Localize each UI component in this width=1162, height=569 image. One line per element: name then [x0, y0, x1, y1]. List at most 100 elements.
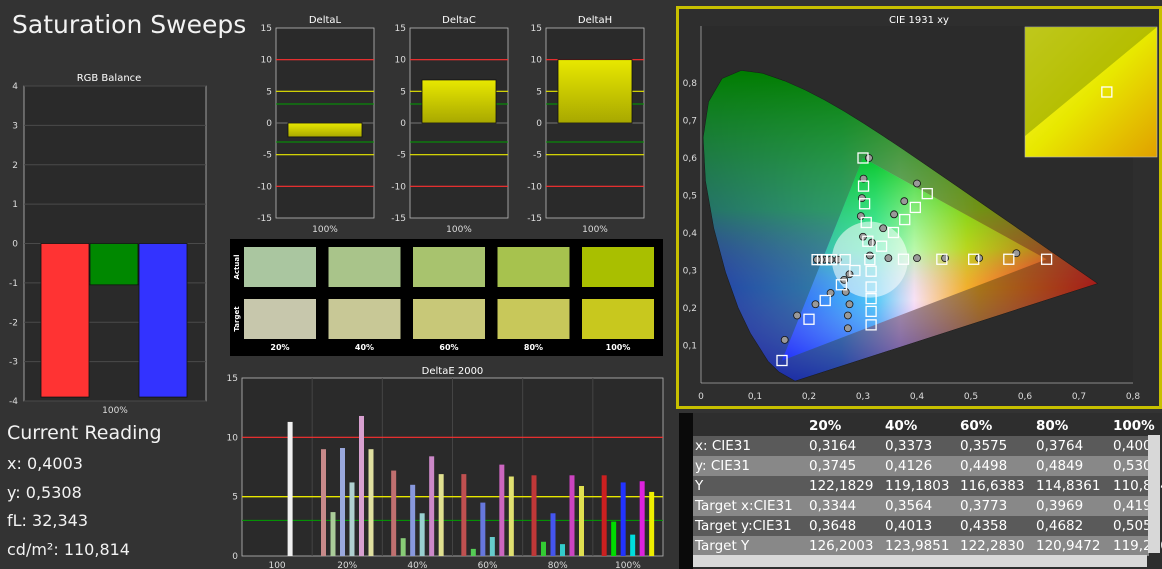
cie-measured-point	[843, 324, 852, 333]
table-cell: 0,3564	[885, 498, 933, 514]
cie-x-tick: 0,2	[802, 392, 816, 402]
swatch-actual-100%	[582, 247, 654, 287]
current-reading-panel: Current Reading x: 0,4003 y: 0,5308 fL: …	[7, 422, 237, 564]
deltaC-y-tick: 0	[400, 119, 406, 129]
deltaC-y-tick: -5	[397, 151, 406, 161]
rgb-balance-title: RGB Balance	[77, 73, 142, 84]
cie-measured-point	[780, 335, 789, 344]
rgb-y-tick: 4	[12, 82, 18, 92]
deltaE-bar	[508, 476, 514, 556]
deltaH-y-tick: -5	[533, 151, 542, 161]
cie-measured-point	[913, 179, 921, 188]
table-row: y: CIE31 0,3745 0,4126 0,4498 0,4849 0,5308	[693, 456, 1160, 476]
swatch-target-60%	[413, 299, 485, 339]
cie-measured-point	[867, 238, 876, 247]
cie-x-tick: 0	[698, 392, 704, 402]
data-table: 20% 40% 60% 80% 100% x: CIE31 0,3164 0,337…	[679, 413, 1162, 569]
deltaE-x-tick: 60%	[478, 561, 498, 569]
deltaE-bar	[330, 512, 336, 556]
deltaH-y-tick: 10	[531, 56, 543, 66]
deltaE-x-tick: 100	[268, 561, 285, 569]
cie-y-tick: 0,5	[683, 192, 697, 202]
cie-measured-point	[884, 254, 893, 263]
deltaH-y-tick: 5	[536, 87, 542, 97]
deltaH-y-tick: 0	[536, 119, 542, 129]
deltaE-bar	[499, 464, 505, 556]
swatch-col-label: 100%	[606, 343, 631, 352]
table-row: Target x:CIE31 0,3344 0,3564 0,3773 0,3969 0,…	[693, 496, 1160, 516]
table-cell: 0,4849	[1036, 458, 1084, 474]
deltaC-y-tick: -10	[391, 182, 406, 192]
table-cell: 0,3773	[960, 498, 1008, 514]
cie-measured-point	[941, 254, 949, 263]
cie-title: CIE 1931 xy	[889, 15, 949, 26]
cie-y-tick: 0,1	[683, 342, 697, 352]
cie-x-tick: 0,6	[1018, 392, 1033, 402]
deltaE-bar	[410, 484, 416, 556]
deltaE-bar	[419, 513, 425, 556]
deltaH-chart: DeltaH 15 10 5 0 -5 -10 -15 100%	[527, 15, 645, 235]
table-header-row: 20% 40% 60% 80% 100%	[693, 416, 1162, 436]
cie-x-tick: 0,3	[856, 392, 870, 402]
reading-y: y: 0,5308	[7, 482, 82, 502]
deltaC-bar	[421, 79, 497, 124]
reading-cdm2: cd/m²: 110,814	[7, 539, 130, 559]
table-cell: 0,4126	[885, 458, 933, 474]
reading-x: x: 0,4003	[7, 454, 83, 473]
deltaE-x-tick: 20%	[337, 561, 357, 569]
deltaL-y-tick: -5	[263, 151, 272, 161]
swatch-actual-60%	[413, 247, 485, 287]
cie-white-glow	[831, 221, 908, 298]
deltaL-y-tick: -10	[257, 182, 272, 192]
cie-measured-point	[913, 254, 921, 263]
deltaL-y-tick: 10	[261, 56, 273, 66]
deltaC-y-tick: 15	[395, 24, 406, 34]
deltaC-title: DeltaC	[442, 15, 476, 26]
table-vertical-scrollbar[interactable]	[1148, 435, 1160, 553]
cie-measured-point	[811, 300, 820, 309]
table-cell: 0,4013	[885, 518, 933, 534]
table-col-100: 100%	[1113, 418, 1155, 434]
rgb-balance-chart: RGB Balance 4 3 2 1 0 -1 -2 -3 -4 100%	[9, 73, 207, 416]
swatch-col-label: 20%	[270, 343, 289, 352]
swatch-target-20%	[244, 299, 316, 339]
cie-y-tick: 0,8	[683, 79, 698, 89]
deltaE-x-tick: 80%	[548, 561, 568, 569]
color-swatches: Actual Target 20% 40% 60% 80% 100%	[230, 239, 663, 356]
table-row-label: Target Y	[695, 538, 750, 554]
deltaE-bar	[480, 502, 486, 556]
swatch-actual-40%	[328, 247, 401, 287]
deltaE-chart: DeltaE 2000151050100 20% 40% 60% 80% 100%	[227, 366, 664, 569]
deltaL-y-tick: -15	[257, 214, 272, 224]
rgb-y-tick: -4	[9, 397, 18, 407]
cie-measured-point	[865, 251, 874, 260]
cie-measured-point	[879, 224, 888, 233]
deltaE-bar	[349, 482, 355, 556]
cie-x-tick: 0,1	[748, 392, 762, 402]
cie-y-tick: 0,3	[683, 267, 697, 277]
deltaE-bar	[489, 537, 495, 556]
rgb-y-tick: -1	[9, 279, 18, 289]
table-cell: 0,4358	[960, 518, 1008, 534]
cie-chart: CIE 1931 xy 0 0,1 0,2 0,3 0,4 0,5 0,6 0,7 0,8 0,1 0…	[676, 6, 1162, 409]
table-cell: 0,3745	[809, 458, 857, 474]
table-horizontal-scrollbar[interactable]	[693, 555, 1147, 567]
deltaL-x-tick: 100%	[312, 225, 338, 235]
table-cell: 114,8361	[1036, 478, 1101, 494]
deltaC-chart: DeltaC 15 10 5 0 -5 -10 -15 100%	[391, 15, 509, 235]
deltaE-bar	[560, 544, 565, 556]
deltaE-bar	[359, 415, 364, 556]
table-cell: 122,1829	[809, 478, 874, 494]
deltaL-title: DeltaL	[309, 15, 342, 26]
table-row: Target Y 126,2003 123,9851 122,2830 120,9472…	[693, 536, 1162, 556]
table-cell: 119,1803	[885, 478, 950, 494]
table-cell: 116,6383	[960, 478, 1025, 494]
deltaL-y-tick: 0	[266, 119, 272, 129]
deltaE-bar	[321, 449, 326, 556]
swatch-col-label: 80%	[524, 343, 543, 352]
table-col-80: 80%	[1036, 418, 1069, 434]
deltaC-x-tick: 100%	[446, 225, 472, 235]
table-row-label: Target y:CIE31	[695, 518, 792, 534]
deltaE-bar	[391, 470, 397, 556]
cie-y-tick: 0,7	[683, 117, 697, 127]
